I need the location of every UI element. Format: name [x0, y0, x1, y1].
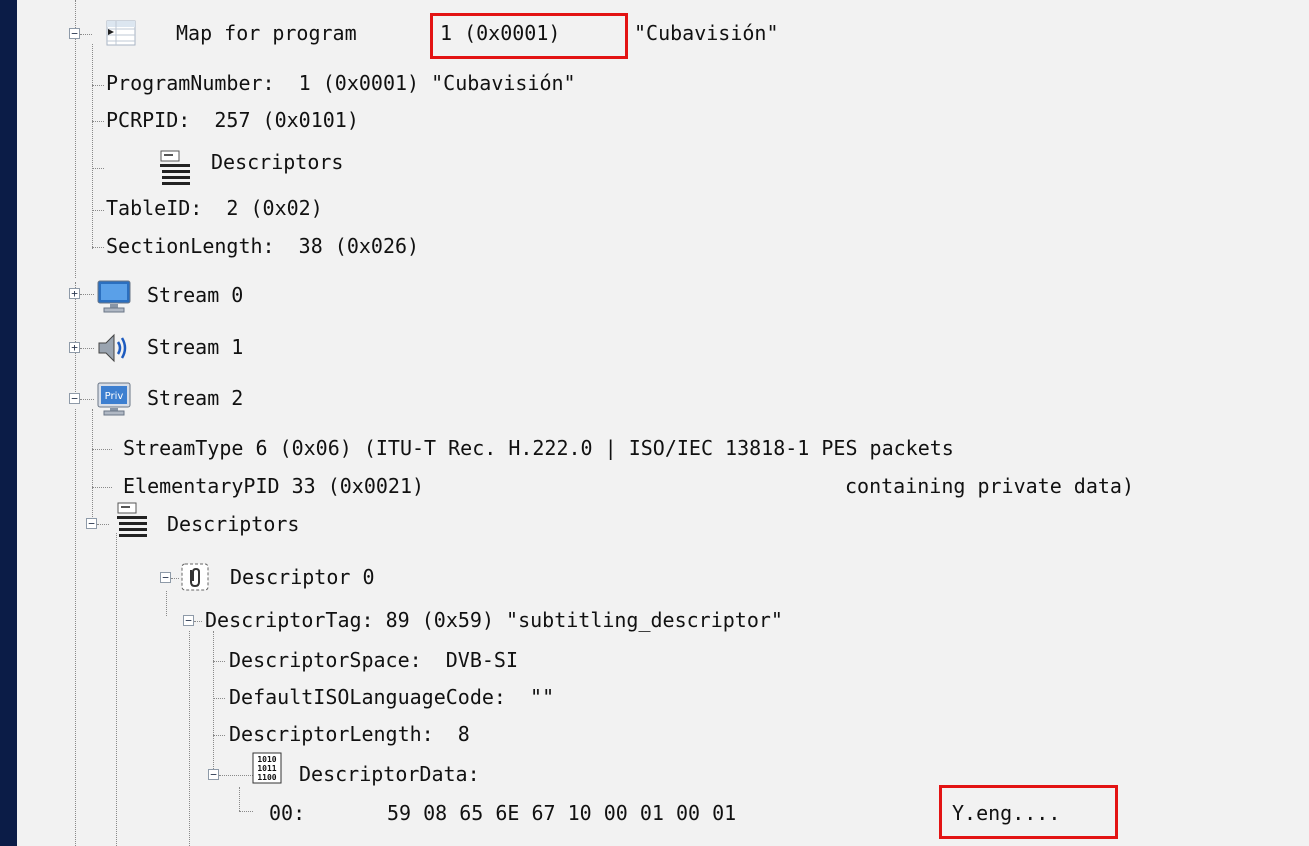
tree-line	[80, 34, 92, 35]
stream-1-label[interactable]: Stream 1	[147, 334, 243, 360]
binary-data-icon: 1010 1011 1100	[252, 752, 282, 784]
svg-text:1011: 1011	[257, 764, 276, 773]
collapse-toggle[interactable]: −	[86, 518, 97, 529]
monitor-icon	[97, 280, 131, 313]
stream-tree-panel: − Map for program 1 (0x0001) "Cubavisión…	[17, 0, 1309, 846]
tree-line	[92, 210, 104, 211]
tree-line	[92, 44, 93, 249]
tree-line	[166, 591, 167, 616]
expand-toggle[interactable]: +	[69, 342, 80, 353]
table-icon	[106, 20, 136, 46]
highlight-box	[430, 13, 628, 59]
tree-line	[80, 399, 94, 400]
tree-line	[213, 698, 225, 699]
tree-line	[92, 247, 104, 248]
tree-line	[80, 294, 94, 295]
tree-line	[80, 348, 94, 349]
descriptor-clip-icon	[181, 563, 209, 591]
collapse-toggle[interactable]: −	[69, 28, 80, 39]
section-length: SectionLength: 38 (0x026)	[106, 234, 420, 258]
collapse-toggle[interactable]: −	[183, 615, 194, 626]
descriptors-label: Descriptors	[167, 512, 300, 536]
program-number: ProgramNumber: 1 (0x0001) "Cubavisión"	[106, 71, 576, 95]
priv-icon: Priv	[97, 382, 131, 416]
tree-line	[219, 775, 253, 776]
descriptors-label: Descriptors	[211, 150, 344, 174]
tree-line	[239, 811, 253, 812]
pcr-pid: PCRPID: 257 (0x0101)	[106, 108, 359, 132]
default-iso-language-code: DefaultISOLanguageCode: ""	[229, 685, 555, 709]
tree-line	[97, 524, 109, 525]
table-id: TableID: 2 (0x02)	[106, 196, 323, 220]
tree-line	[171, 578, 179, 579]
map-program-name: "Cubavisión"	[634, 21, 779, 45]
svg-text:1010: 1010	[257, 755, 276, 764]
tree-line	[92, 168, 104, 169]
speaker-icon	[98, 333, 127, 363]
tree-line	[116, 533, 117, 846]
tree-line	[75, 0, 76, 278]
descriptor-length: DescriptorLength: 8	[229, 722, 470, 746]
map-label: Map for program	[176, 21, 357, 45]
hex-bytes: 59 08 65 6E 67 10 00 01 00 01	[387, 801, 737, 825]
svg-text:Priv: Priv	[105, 391, 124, 402]
tree-line	[75, 409, 76, 846]
highlight-box	[939, 785, 1118, 839]
tree-line	[92, 85, 104, 86]
tree-line	[213, 735, 225, 736]
tree-line	[189, 631, 190, 846]
tree-line	[92, 487, 112, 488]
descriptors-list-icon	[117, 502, 147, 537]
tree-line	[213, 631, 214, 771]
descriptor-data-label: DescriptorData:	[299, 762, 480, 786]
collapse-toggle[interactable]: −	[69, 393, 80, 404]
svg-text:1100: 1100	[257, 773, 276, 782]
collapse-toggle[interactable]: −	[208, 769, 219, 780]
stream-2-label[interactable]: Stream 2	[147, 385, 243, 411]
descriptor-0-label: Descriptor 0	[230, 565, 375, 589]
descriptor-space: DescriptorSpace: DVB-SI	[229, 648, 518, 672]
tree-line	[92, 409, 93, 519]
descriptors-list-icon	[160, 150, 190, 185]
tree-line	[213, 661, 225, 662]
tree-line	[194, 621, 202, 622]
hex-offset: 00:	[269, 801, 306, 825]
stream-type-continued: containing private data)	[845, 474, 1134, 498]
expand-toggle[interactable]: +	[69, 288, 80, 299]
collapse-toggle[interactable]: −	[160, 572, 171, 583]
tree-line	[239, 787, 240, 811]
stream-type: StreamType 6 (0x06) (ITU-T Rec. H.222.0 …	[123, 436, 954, 460]
stream-0-label[interactable]: Stream 0	[147, 282, 243, 308]
tree-line	[92, 121, 104, 122]
descriptor-tag: DescriptorTag: 89 (0x59) "subtitling_des…	[205, 608, 783, 632]
tree-line	[92, 449, 112, 450]
elementary-pid: ElementaryPID 33 (0x0021)	[123, 474, 425, 498]
